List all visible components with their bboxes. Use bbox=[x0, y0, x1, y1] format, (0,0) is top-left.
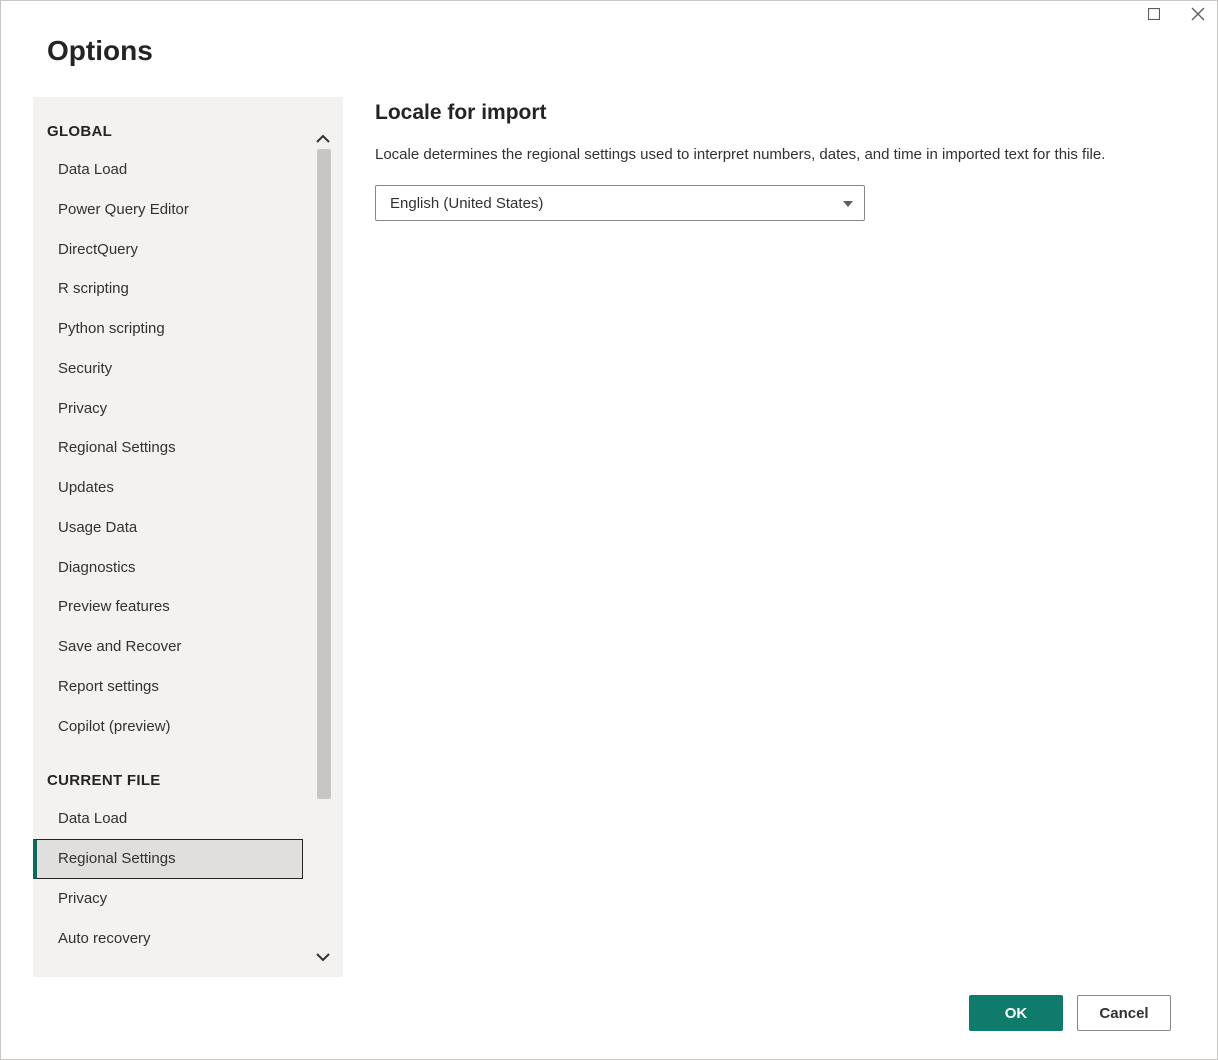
scroll-up-button[interactable] bbox=[311, 127, 335, 151]
sidebar-item-power-query-editor[interactable]: Power Query Editor bbox=[33, 190, 303, 230]
content-description: Locale determines the regional settings … bbox=[375, 143, 1171, 167]
maximize-button[interactable] bbox=[1147, 7, 1161, 21]
section-header-global: GLOBAL bbox=[33, 119, 343, 150]
sidebar-item-updates[interactable]: Updates bbox=[33, 468, 303, 508]
locale-select-value: English (United States) bbox=[390, 195, 543, 212]
sidebar-item-cf-privacy[interactable]: Privacy bbox=[33, 879, 303, 919]
sidebar-item-save-recover[interactable]: Save and Recover bbox=[33, 627, 303, 667]
dialog-title: Options bbox=[1, 1, 1217, 67]
locale-select-wrap: English (United States) bbox=[375, 185, 865, 221]
sidebar-item-cf-data-load[interactable]: Data Load bbox=[33, 799, 303, 839]
sidebar-section-global: GLOBAL Data Load Power Query Editor Dire… bbox=[33, 119, 343, 746]
maximize-icon bbox=[1148, 8, 1160, 20]
section-header-current-file: CURRENT FILE bbox=[33, 768, 343, 799]
sidebar-item-data-load[interactable]: Data Load bbox=[33, 150, 303, 190]
sidebar-item-directquery[interactable]: DirectQuery bbox=[33, 230, 303, 270]
sidebar-item-privacy[interactable]: Privacy bbox=[33, 389, 303, 429]
scrollbar-thumb[interactable] bbox=[317, 149, 331, 799]
ok-button[interactable]: OK bbox=[969, 995, 1063, 1031]
sidebar-item-diagnostics[interactable]: Diagnostics bbox=[33, 548, 303, 588]
content-panel: Locale for import Locale determines the … bbox=[375, 97, 1171, 977]
sidebar-scroll-area: GLOBAL Data Load Power Query Editor Dire… bbox=[33, 119, 343, 977]
sidebar-item-regional-settings[interactable]: Regional Settings bbox=[33, 428, 303, 468]
options-dialog: Options GLOBAL Data Load Power Query Edi… bbox=[0, 0, 1218, 1060]
locale-select[interactable]: English (United States) bbox=[375, 185, 865, 221]
sidebar-item-report-settings[interactable]: Report settings bbox=[33, 667, 303, 707]
sidebar-item-cf-regional-settings[interactable]: Regional Settings bbox=[33, 839, 303, 879]
chevron-up-icon bbox=[315, 131, 331, 147]
sidebar-item-python-scripting[interactable]: Python scripting bbox=[33, 309, 303, 349]
sidebar-item-copilot-preview[interactable]: Copilot (preview) bbox=[33, 707, 303, 747]
content-heading: Locale for import bbox=[375, 101, 1171, 125]
sidebar-item-r-scripting[interactable]: R scripting bbox=[33, 269, 303, 309]
sidebar-item-security[interactable]: Security bbox=[33, 349, 303, 389]
chevron-down-icon bbox=[315, 949, 331, 965]
scroll-down-button[interactable] bbox=[311, 945, 335, 969]
options-sidebar: GLOBAL Data Load Power Query Editor Dire… bbox=[33, 97, 343, 977]
titlebar-controls bbox=[1147, 7, 1205, 21]
sidebar-section-current-file: CURRENT FILE Data Load Regional Settings… bbox=[33, 768, 343, 958]
sidebar-item-usage-data[interactable]: Usage Data bbox=[33, 508, 303, 548]
sidebar-item-cf-auto-recovery[interactable]: Auto recovery bbox=[33, 919, 303, 959]
close-button[interactable] bbox=[1191, 7, 1205, 21]
cancel-button[interactable]: Cancel bbox=[1077, 995, 1171, 1031]
dialog-body: GLOBAL Data Load Power Query Editor Dire… bbox=[1, 67, 1217, 977]
close-icon bbox=[1191, 7, 1205, 21]
dialog-footer: OK Cancel bbox=[1, 977, 1217, 1059]
sidebar-item-preview-features[interactable]: Preview features bbox=[33, 587, 303, 627]
